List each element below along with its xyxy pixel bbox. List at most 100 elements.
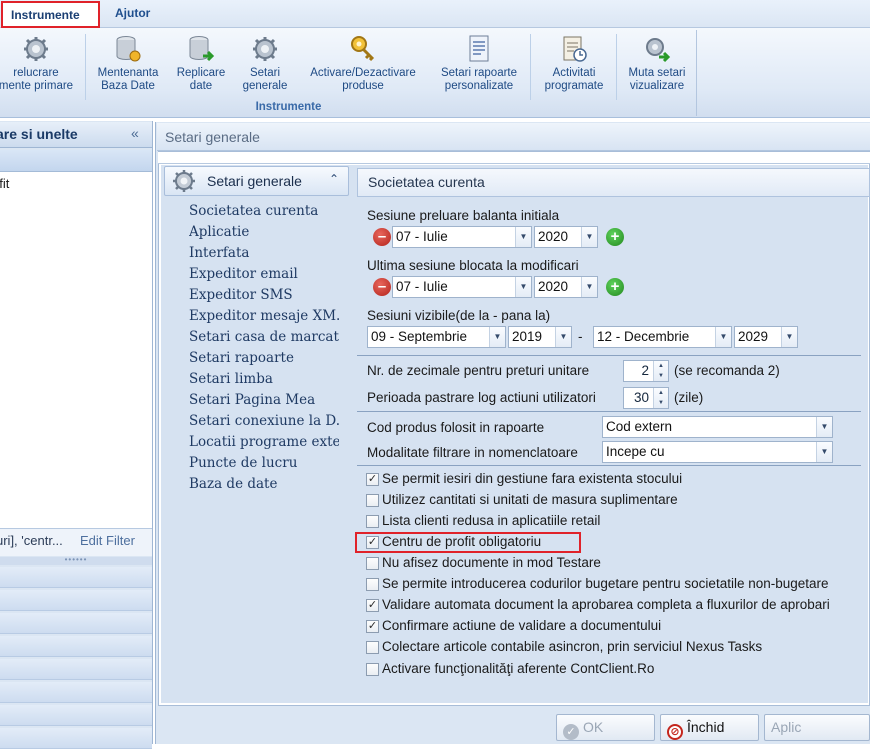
report-icon <box>469 35 489 62</box>
checkbox-cantitati-suplimentare[interactable] <box>366 494 379 507</box>
zecimale-note: (se recomanda 2) <box>674 363 780 378</box>
stepper-arrows-icon[interactable]: ▲ ▼ <box>653 388 668 408</box>
chevron-down-icon[interactable]: ▼ <box>816 417 832 437</box>
chevron-down-icon[interactable]: ▼ <box>816 442 832 462</box>
nav-group-band[interactable] <box>0 613 152 634</box>
ribbon-label: produse <box>342 80 384 92</box>
ribbon-button-prelucrare[interactable]: relucrare mente primare <box>0 34 80 93</box>
cancel-icon: ⊘ <box>667 724 683 740</box>
nav-group-band[interactable] <box>0 705 152 726</box>
nav-item-puncte-de-lucru[interactable]: Puncte de lucru <box>189 455 339 471</box>
select-value: Incepe cu <box>606 444 665 459</box>
vizibile-to-month-select[interactable]: 12 - Decembrie ▼ <box>593 326 732 348</box>
add-icon[interactable]: + <box>606 278 624 296</box>
nav-item-expeditor-mesaje[interactable]: Expeditor mesaje XM... <box>189 308 339 324</box>
nav-item-expeditor-sms[interactable]: Expeditor SMS <box>189 287 339 303</box>
ribbon-button-mentenanta[interactable]: Mentenanta Baza Date <box>92 34 164 93</box>
checkbox-contclient[interactable] <box>366 663 379 676</box>
ribbon-button-setari-rapoarte[interactable]: Setari rapoarte personalizate <box>432 34 526 93</box>
add-icon[interactable]: + <box>606 228 624 246</box>
splitter-grip[interactable]: •••••• <box>0 556 152 565</box>
chevron-up-icon[interactable]: ⌃ <box>329 172 339 186</box>
chevron-down-icon[interactable]: ▼ <box>515 227 531 247</box>
ribbon-button-activitati[interactable]: Activitati programate <box>536 34 612 93</box>
ribbon-button-setari-generale[interactable]: Setari generale <box>238 34 292 93</box>
ultima-sesiune-year-select[interactable]: 2020 ▼ <box>534 276 598 298</box>
inchid-button[interactable]: ⊘ Închid <box>660 714 759 741</box>
chevron-down-icon[interactable]: ▼ <box>781 327 797 347</box>
select-value: 2019 <box>512 329 543 344</box>
remove-icon[interactable]: – <box>373 278 391 296</box>
sesiune-preluare-year-select[interactable]: 2020 ▼ <box>534 226 598 248</box>
select-value: 07 - Iulie <box>396 229 448 244</box>
nav-group-band[interactable] <box>0 728 152 749</box>
chevron-down-icon[interactable]: ▼ <box>581 277 597 297</box>
chevron-down-icon[interactable]: ▼ <box>489 327 505 347</box>
nav-item-expeditor-email[interactable]: Expeditor email <box>189 266 339 282</box>
left-column-header[interactable] <box>0 150 152 172</box>
remove-icon[interactable]: – <box>373 228 391 246</box>
nav-item-conexiune[interactable]: Setari conexiune la D... <box>189 413 339 429</box>
checkbox-label: Colectare articole contabile asincron, p… <box>382 639 763 654</box>
nav-item-societatea-curenta[interactable]: Societatea curenta <box>189 203 339 219</box>
nav-group-band[interactable] <box>0 659 152 680</box>
left-list <box>0 172 152 528</box>
ribbon-label: Setari rapoarte <box>440 67 518 79</box>
checkbox-colectare-asincron[interactable] <box>366 641 379 654</box>
menu-instrumente[interactable]: Instrumente <box>1 1 100 28</box>
nav-group-band[interactable] <box>0 567 152 588</box>
select-value: Cod extern <box>606 419 673 434</box>
database-gear-icon <box>116 36 141 62</box>
nav-group-band[interactable] <box>0 590 152 611</box>
nav-item-setari-limba[interactable]: Setari limba <box>189 371 339 387</box>
filtrare-select[interactable]: Incepe cu ▼ <box>602 441 833 463</box>
chevron-down-icon[interactable]: ▼ <box>555 327 571 347</box>
key-icon <box>351 36 375 62</box>
checkbox-mod-testare[interactable] <box>366 557 379 570</box>
chevron-down-icon[interactable]: ▼ <box>715 327 731 347</box>
nav-item-locatii-programe[interactable]: Locatii programe exte... <box>189 434 339 450</box>
ribbon-separator <box>85 34 86 100</box>
aplic-button-label: Aplic <box>771 719 802 735</box>
nav-item-setari-rapoarte[interactable]: Setari rapoarte <box>189 350 339 366</box>
ok-button[interactable]: ✓ OK <box>556 714 655 741</box>
ribbon-button-replicare[interactable]: Replicare date <box>170 34 232 93</box>
vizibile-from-month-select[interactable]: 09 - Septembrie ▼ <box>367 326 506 348</box>
chevron-down-icon[interactable]: ▼ <box>581 227 597 247</box>
chevron-down-icon[interactable]: ▼ <box>515 277 531 297</box>
vizibile-to-year-select[interactable]: 2029 ▼ <box>734 326 798 348</box>
ok-button-label: OK <box>583 719 604 735</box>
ribbon-label: Activare/Dezactivare <box>310 67 416 79</box>
checkbox-label: Se permite introducerea codurilor bugeta… <box>382 576 829 591</box>
checkbox-label: Validare automata document la aprobarea … <box>382 597 830 612</box>
checkbox-validare-automata[interactable]: ✓ <box>366 599 379 612</box>
checkbox-confirmare-validare[interactable]: ✓ <box>366 620 379 633</box>
log-stepper[interactable]: 30 ▲ ▼ <box>623 387 669 409</box>
aplic-button[interactable]: Aplic <box>764 714 870 741</box>
ultima-sesiune-month-select[interactable]: 07 - Iulie ▼ <box>392 276 532 298</box>
log-note: (zile) <box>674 390 704 405</box>
list-item[interactable]: ofit <box>0 176 9 191</box>
nav-item-interfata[interactable]: Interfata <box>189 245 339 261</box>
ribbon-button-muta-setari[interactable]: Muta setari vizualizare <box>620 34 694 93</box>
nav-item-casa-de-marcat[interactable]: Setari casa de marcat <box>189 329 339 345</box>
collapse-icon[interactable]: « <box>131 125 139 141</box>
ribbon-button-activare[interactable]: Activare/Dezactivare produse <box>300 34 426 93</box>
nav-item-baza-de-date[interactable]: Baza de date <box>189 476 339 492</box>
zecimale-stepper[interactable]: 2 ▲ ▼ <box>623 360 669 382</box>
sesiune-preluare-month-select[interactable]: 07 - Iulie ▼ <box>392 226 532 248</box>
checkbox-lista-clienti[interactable] <box>366 515 379 528</box>
menu-ajutor[interactable]: Ajutor <box>107 1 158 28</box>
vizibile-from-year-select[interactable]: 2019 ▼ <box>508 326 572 348</box>
checkbox-coduri-bugetare[interactable] <box>366 578 379 591</box>
nav-item-aplicatie[interactable]: Aplicatie <box>189 224 339 240</box>
checkbox-iesiri-fara-stoc[interactable]: ✓ <box>366 473 379 486</box>
nav-group-band[interactable] <box>0 682 152 703</box>
ribbon-label: relucrare <box>13 67 59 79</box>
nav-item-pagina-mea[interactable]: Setari Pagina Mea <box>189 392 339 408</box>
nav-group-band[interactable] <box>0 636 152 657</box>
edit-filter-link[interactable]: Edit Filter <box>80 533 135 548</box>
log-label: Perioada pastrare log actiuni utilizator… <box>367 390 596 405</box>
cod-produs-select[interactable]: Cod extern ▼ <box>602 416 833 438</box>
stepper-arrows-icon[interactable]: ▲ ▼ <box>653 361 668 381</box>
